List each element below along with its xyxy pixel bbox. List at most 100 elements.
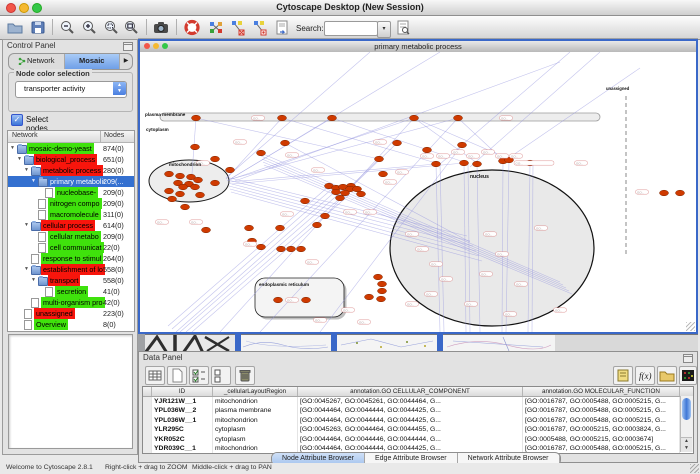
tree-row[interactable]: ▼ transport 558(0) bbox=[8, 275, 134, 286]
duplicate-network-icon[interactable] bbox=[251, 19, 269, 36]
tab-overflow-arrow[interactable]: ▶ bbox=[120, 54, 132, 69]
table-column-header[interactable]: ID bbox=[152, 387, 213, 396]
tree-row[interactable]: secretion41(0) bbox=[8, 286, 134, 297]
import-network-icon[interactable] bbox=[273, 19, 291, 36]
svg-text:GO:..: GO:.. bbox=[343, 308, 350, 312]
tree-col-network[interactable]: Network bbox=[12, 132, 38, 139]
tree-row[interactable]: cell communicat22(0) bbox=[8, 242, 134, 253]
disclosure-triangle-icon[interactable]: ▼ bbox=[24, 165, 29, 176]
disclosure-triangle-icon[interactable]: ▼ bbox=[24, 264, 29, 275]
app-resize-grip-icon[interactable] bbox=[690, 464, 699, 473]
svg-text:GO:..: GO:.. bbox=[315, 318, 322, 322]
snapshot-camera-icon[interactable] bbox=[152, 19, 170, 36]
network-canvas[interactable]: GO:..GO:..GO:..GO:..GO:..GO:..GO:..GO:..… bbox=[140, 52, 696, 332]
network-from-selection-icon[interactable] bbox=[229, 19, 247, 36]
tree-row[interactable]: nucleobase-209(0) bbox=[8, 187, 134, 198]
table-row[interactable]: YJR121W__1mitochondrion[GO:0045267, GO:0… bbox=[143, 397, 693, 406]
float-panel-icon[interactable] bbox=[123, 42, 133, 51]
minimize-view-icon[interactable] bbox=[153, 43, 159, 49]
table-column-header[interactable]: annotation.GO MOLECULAR_FUNCTION bbox=[523, 387, 680, 396]
zoom-fit-icon[interactable] bbox=[122, 19, 140, 36]
search-dropdown-icon[interactable]: ▾ bbox=[377, 21, 391, 38]
tree-row-label: transport bbox=[48, 275, 80, 286]
tree-row[interactable]: ▼cellular process614(0) bbox=[8, 220, 134, 231]
tab-node-attribute-browser[interactable]: Node Attribute Browser bbox=[272, 453, 365, 463]
table-column-header[interactable]: _cellularLayoutRegion bbox=[213, 387, 298, 396]
tree-row[interactable]: Overview8(0) bbox=[8, 319, 134, 330]
table-row[interactable]: YKR052Ccytoplasm[GO:0044464, GO:0044446,… bbox=[143, 435, 693, 444]
float-data-panel-icon[interactable] bbox=[683, 354, 693, 363]
delete-attribute-icon[interactable] bbox=[235, 366, 255, 385]
scrollbar-arrows-icon[interactable]: ▲▼ bbox=[681, 437, 692, 452]
tab-network-attribute-browser[interactable]: Network Attribute Browser bbox=[458, 453, 560, 463]
select-nodes-checkbox[interactable]: ✓ bbox=[11, 114, 23, 126]
zoom-selected-icon[interactable] bbox=[102, 19, 120, 36]
table-column-header[interactable]: annotation.GO CELLULAR_COMPONENT bbox=[298, 387, 523, 396]
attribute-table[interactable]: ID_cellularLayoutRegionannotation.GO CEL… bbox=[142, 386, 694, 454]
background-windows bbox=[138, 334, 698, 352]
advanced-search-icon[interactable] bbox=[394, 19, 412, 36]
tree-row[interactable]: ▼metabolic process280(0) bbox=[8, 165, 134, 176]
tree-row-label: cell communicat bbox=[48, 242, 104, 253]
disclosure-triangle-icon[interactable]: ▼ bbox=[31, 176, 36, 187]
import-attributes-icon[interactable] bbox=[657, 366, 677, 385]
table-row[interactable]: YPL036W__2plasma membrane[GO:0044464, GO… bbox=[143, 406, 693, 415]
unselect-attributes-icon[interactable] bbox=[211, 366, 231, 385]
tab-mosaic[interactable]: Mosaic bbox=[65, 54, 121, 69]
function-builder-icon[interactable]: f(x) bbox=[635, 366, 655, 385]
tab-edge-attribute-browser[interactable]: Edge Attribute Browser bbox=[365, 453, 458, 463]
attribute-matrix-icon[interactable] bbox=[679, 366, 697, 385]
disclosure-triangle-icon[interactable]: ▼ bbox=[31, 275, 36, 286]
node-color-dropdown[interactable]: transporter activity ▲▼ bbox=[15, 81, 127, 98]
tree-row[interactable]: ▼establishment of lo558(0) bbox=[8, 264, 134, 275]
tab-network[interactable]: Network bbox=[9, 54, 65, 69]
zoom-out-icon[interactable] bbox=[58, 19, 76, 36]
label-settings-icon[interactable] bbox=[613, 366, 633, 385]
open-session-icon[interactable] bbox=[6, 19, 24, 36]
table-row[interactable]: YPL036W__1mitochondrion[GO:0044464, GO:0… bbox=[143, 416, 693, 425]
svg-text:GO:..: GO:.. bbox=[365, 210, 372, 214]
network-view-window[interactable]: primary metabolic process GO:..GO:..GO:.… bbox=[138, 39, 698, 334]
tree-row[interactable]: unassigned223(0) bbox=[8, 308, 134, 319]
close-view-icon[interactable] bbox=[144, 43, 150, 49]
table-cell: mitochondrion bbox=[213, 397, 298, 406]
svg-text:GO:..: GO:.. bbox=[345, 210, 352, 214]
search-input[interactable] bbox=[324, 21, 378, 36]
new-attribute-icon[interactable] bbox=[167, 366, 187, 385]
birds-eye-view[interactable] bbox=[8, 334, 133, 449]
tree-row[interactable]: ▼primary metabolic209(... bbox=[8, 176, 134, 187]
tree-row[interactable]: macromolecule311(0) bbox=[8, 209, 134, 220]
zoom-view-icon[interactable] bbox=[162, 43, 168, 49]
file-icon bbox=[45, 287, 53, 297]
zoom-in-icon[interactable] bbox=[80, 19, 98, 36]
svg-text:GO:..: GO:.. bbox=[516, 161, 523, 165]
close-window-icon[interactable] bbox=[6, 3, 16, 13]
tree-row[interactable]: ▼mosaic-demo-yeast874(0) bbox=[8, 143, 134, 154]
table-cell: YPL036W__1 bbox=[152, 416, 213, 425]
vizmapper-icon[interactable] bbox=[207, 19, 225, 36]
scrollbar-thumb[interactable] bbox=[682, 398, 691, 420]
minimize-window-icon[interactable] bbox=[19, 3, 29, 13]
tree-row[interactable]: nitrogen compo209(0) bbox=[8, 198, 134, 209]
tree-row-count: 209(... bbox=[103, 176, 123, 187]
table-row[interactable]: YLR295Ccytoplasm[GO:0045263, GO:0044464,… bbox=[143, 425, 693, 434]
zoom-window-icon[interactable] bbox=[32, 3, 42, 13]
help-lifesaver-icon[interactable] bbox=[183, 19, 201, 36]
file-icon bbox=[31, 298, 39, 308]
disclosure-triangle-icon[interactable]: ▼ bbox=[17, 154, 22, 165]
table-cell: [GO:0044464, GO:0044446, GO:0044444, G..… bbox=[298, 435, 523, 444]
save-session-icon[interactable] bbox=[29, 19, 47, 36]
disclosure-triangle-icon[interactable]: ▼ bbox=[24, 220, 29, 231]
tree-row-count: 558(0) bbox=[103, 275, 124, 286]
view-resize-grip-icon[interactable] bbox=[686, 322, 695, 331]
tree-row[interactable]: multi-organism pro42(0) bbox=[8, 297, 134, 308]
attribute-table-icon[interactable] bbox=[145, 366, 165, 385]
select-attributes-icon[interactable] bbox=[189, 366, 209, 385]
tree-row[interactable]: response to stimul264(0) bbox=[8, 253, 134, 264]
tree-row-label: cellular process bbox=[41, 220, 95, 231]
tree-col-nodes[interactable]: Nodes bbox=[104, 132, 124, 139]
disclosure-triangle-icon[interactable]: ▼ bbox=[10, 143, 15, 154]
tree-row[interactable]: cellular metabo209(0) bbox=[8, 231, 134, 242]
tree-row[interactable]: ▼biological_process651(0) bbox=[8, 154, 134, 165]
table-scrollbar[interactable]: ▲▼ bbox=[680, 396, 693, 452]
